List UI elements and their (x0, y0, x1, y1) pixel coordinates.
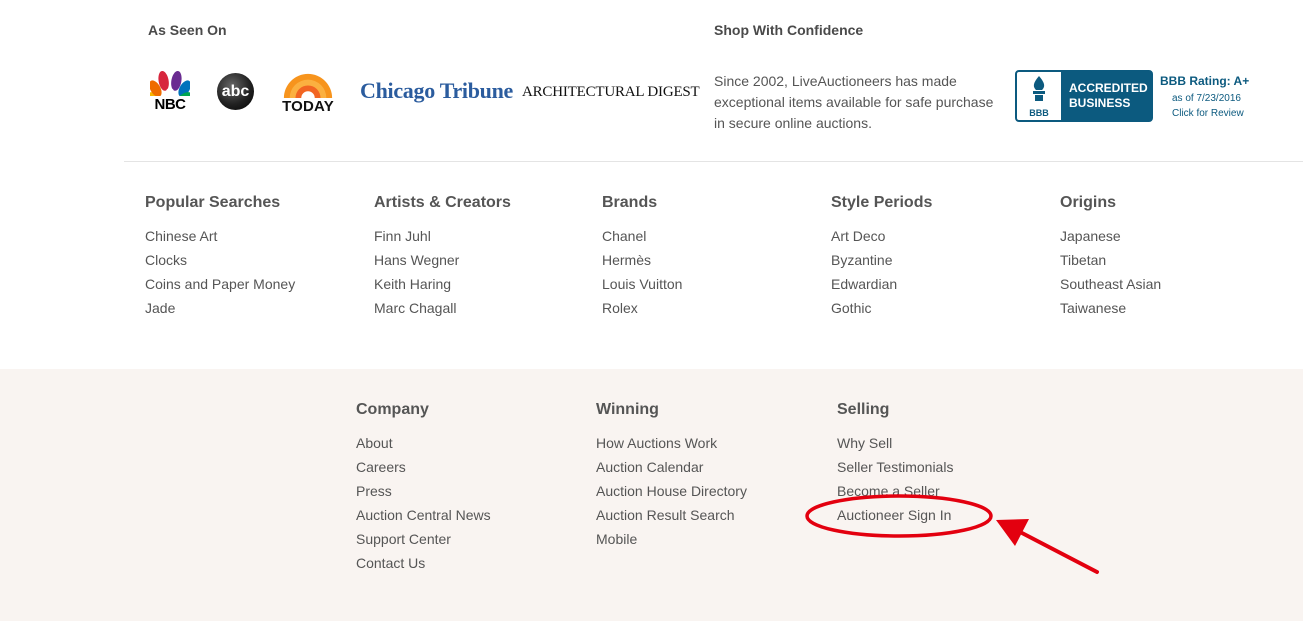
abc-logo: abc (217, 73, 254, 110)
column-title: Artists & Creators (374, 194, 511, 211)
chicago-tribune-logo: Chicago Tribune (360, 78, 513, 104)
bbb-accredited-badge[interactable]: BBB ACCREDITED BUSINESS (1015, 70, 1153, 122)
footer-link[interactable]: Support Center (356, 527, 491, 551)
footer-link[interactable]: Auction House Directory (596, 479, 747, 503)
nbc-wordmark: NBC (154, 96, 187, 113)
category-link[interactable]: Chinese Art (145, 224, 295, 248)
architectural-digest-logo: ARCHITECTURAL DIGEST (522, 84, 700, 101)
auctioneer-sign-in-link[interactable]: Auctioneer Sign In (837, 503, 953, 527)
category-link[interactable]: Rolex (602, 296, 682, 320)
footer-winning-column: Winning How Auctions Work Auction Calend… (596, 401, 747, 551)
column-title: Selling (837, 401, 890, 418)
category-link[interactable]: Gothic (831, 296, 932, 320)
column-title: Brands (602, 194, 658, 211)
bbb-accredited-text: ACCREDITED BUSINESS (1061, 72, 1151, 120)
bbb-review-link[interactable]: Click for Review (1172, 108, 1244, 119)
footer-link[interactable]: Auction Central News (356, 503, 491, 527)
footer-link[interactable]: Become a Seller (837, 479, 953, 503)
category-link[interactable]: Edwardian (831, 272, 932, 296)
category-link[interactable]: Taiwanese (1060, 296, 1161, 320)
bbb-rating-date: as of 7/23/2016 (1172, 93, 1241, 104)
category-link[interactable]: Hans Wegner (374, 248, 511, 272)
category-link[interactable]: Louis Vuitton (602, 272, 682, 296)
category-link[interactable]: Chanel (602, 224, 682, 248)
category-link[interactable]: Tibetan (1060, 248, 1161, 272)
bbb-logo-text: BBB (1029, 108, 1049, 118)
as-seen-on-title: As Seen On (148, 22, 227, 38)
artists-creators-column: Artists & Creators Finn Juhl Hans Wegner… (374, 194, 511, 320)
popular-searches-column: Popular Searches Chinese Art Clocks Coin… (145, 194, 295, 320)
chicago-tribune-wordmark: Chicago Tribune (360, 78, 513, 103)
column-title: Popular Searches (145, 194, 281, 211)
category-link[interactable]: Jade (145, 296, 295, 320)
footer-link[interactable]: Why Sell (837, 431, 953, 455)
footer-link[interactable]: Contact Us (356, 551, 491, 575)
category-link[interactable]: Clocks (145, 248, 295, 272)
bbb-accredited-label: ACCREDITED (1069, 81, 1148, 95)
footer-link[interactable]: Seller Testimonials (837, 455, 953, 479)
category-link[interactable]: Keith Haring (374, 272, 511, 296)
column-title: Company (356, 401, 429, 418)
press-and-trust-section: As Seen On NBC abc TODAY Chicago Tribune (0, 0, 1303, 162)
today-logo: TODAY (280, 71, 336, 115)
column-title: Style Periods (831, 194, 933, 211)
style-periods-column: Style Periods Art Deco Byzantine Edwardi… (831, 194, 932, 320)
bbb-business-label: BUSINESS (1069, 96, 1131, 110)
category-link[interactable]: Finn Juhl (374, 224, 511, 248)
footer-selling-column: Selling Why Sell Seller Testimonials Bec… (837, 401, 953, 527)
category-link[interactable]: Marc Chagall (374, 296, 511, 320)
confidence-description: Since 2002, LiveAuctioneers has made exc… (714, 73, 994, 131)
column-title: Winning (596, 401, 659, 418)
section-divider (124, 161, 1303, 162)
nbc-peacock-icon (150, 71, 190, 96)
bbb-torch-logo: BBB (1017, 72, 1061, 120)
footer-link[interactable]: Press (356, 479, 491, 503)
architectural-digest-wordmark: ARCHITECTURAL DIGEST (522, 84, 700, 100)
footer-link[interactable]: Careers (356, 455, 491, 479)
abc-wordmark: abc (217, 73, 254, 110)
footer-link[interactable]: About (356, 431, 491, 455)
today-wordmark: TODAY (282, 98, 334, 115)
footer-link[interactable]: How Auctions Work (596, 431, 747, 455)
category-link[interactable]: Southeast Asian (1060, 272, 1161, 296)
category-link[interactable]: Byzantine (831, 248, 932, 272)
bbb-rating: BBB Rating: A+ (1160, 74, 1250, 88)
shop-with-confidence-title: Shop With Confidence (714, 22, 864, 38)
footer-link[interactable]: Auction Calendar (596, 455, 747, 479)
footer-company-column: Company About Careers Press Auction Cent… (356, 401, 491, 575)
category-link[interactable]: Art Deco (831, 224, 932, 248)
nbc-logo: NBC (148, 70, 192, 114)
footer-link[interactable]: Auction Result Search (596, 503, 747, 527)
footer-link[interactable]: Mobile (596, 527, 747, 551)
origins-column: Origins Japanese Tibetan Southeast Asian… (1060, 194, 1161, 320)
brands-column: Brands Chanel Hermès Louis Vuitton Rolex (602, 194, 682, 320)
bbb-torch-icon (1033, 76, 1045, 101)
category-link[interactable]: Japanese (1060, 224, 1161, 248)
column-title: Origins (1060, 194, 1117, 211)
category-link[interactable]: Hermès (602, 248, 682, 272)
category-link[interactable]: Coins and Paper Money (145, 272, 295, 296)
today-sun-icon (283, 73, 333, 98)
